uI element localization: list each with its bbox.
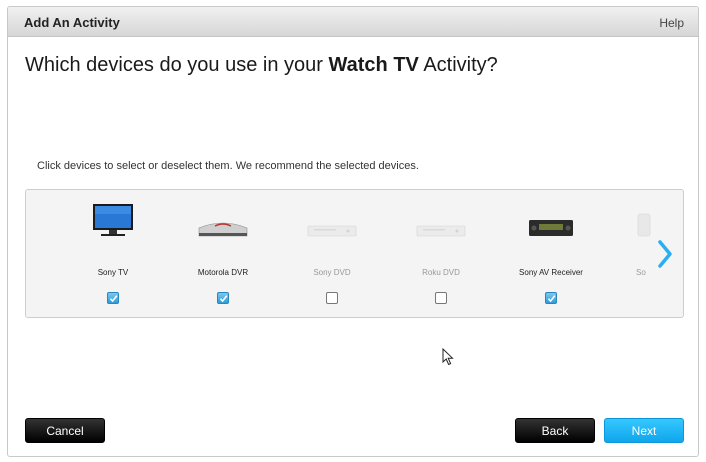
back-button[interactable]: Back (515, 418, 595, 443)
instructions-text: Click devices to select or deselect them… (37, 160, 419, 172)
dvd-player-icon (307, 225, 357, 237)
device-checkbox[interactable] (217, 292, 229, 304)
device-label: So (636, 268, 646, 277)
question-prefix: Which devices do you use in your (25, 54, 329, 76)
device-checkbox[interactable] (435, 292, 447, 304)
dvr-icon (198, 222, 248, 237)
help-link[interactable]: Help (659, 16, 684, 30)
chevron-right-icon[interactable] (657, 240, 673, 268)
device-label: Sony TV (97, 268, 129, 277)
device-label: Sony DVD (313, 268, 351, 277)
activity-name: Watch TV (328, 54, 419, 76)
device-label: Motorola DVR (197, 268, 249, 277)
title-bar: Add An Activity Help (8, 7, 698, 37)
mouse-pointer-icon (442, 348, 454, 366)
av-receiver-icon (529, 220, 573, 236)
device-checkbox[interactable] (545, 292, 557, 304)
dialog-title: Add An Activity (24, 15, 120, 30)
device-sony-av-receiver[interactable]: Sony AV Receiver (506, 200, 596, 310)
add-activity-dialog: Add An Activity Help Which devices do yo… (7, 6, 699, 457)
question-suffix: Activity? (418, 54, 498, 76)
device-carousel: Sony TV Motorola DVR Sony DVD Roku DVD S… (25, 189, 684, 318)
device-icon (637, 213, 651, 237)
device-checkbox[interactable] (326, 292, 338, 304)
page-question: Which devices do you use in your Watch T… (25, 54, 498, 77)
device-partial[interactable]: So (614, 200, 654, 310)
device-label: Roku DVD (422, 268, 460, 277)
device-label: Sony AV Receiver (519, 268, 583, 277)
device-roku-dvd[interactable]: Roku DVD (396, 200, 486, 310)
device-sony-tv[interactable]: Sony TV (68, 200, 158, 310)
cancel-button[interactable]: Cancel (25, 418, 105, 443)
next-button[interactable]: Next (604, 418, 684, 443)
device-sony-dvd[interactable]: Sony DVD (287, 200, 377, 310)
device-checkbox[interactable] (107, 292, 119, 304)
tv-icon (93, 204, 133, 236)
device-motorola-dvr[interactable]: Motorola DVR (178, 200, 268, 310)
dvd-player-icon (416, 225, 466, 237)
